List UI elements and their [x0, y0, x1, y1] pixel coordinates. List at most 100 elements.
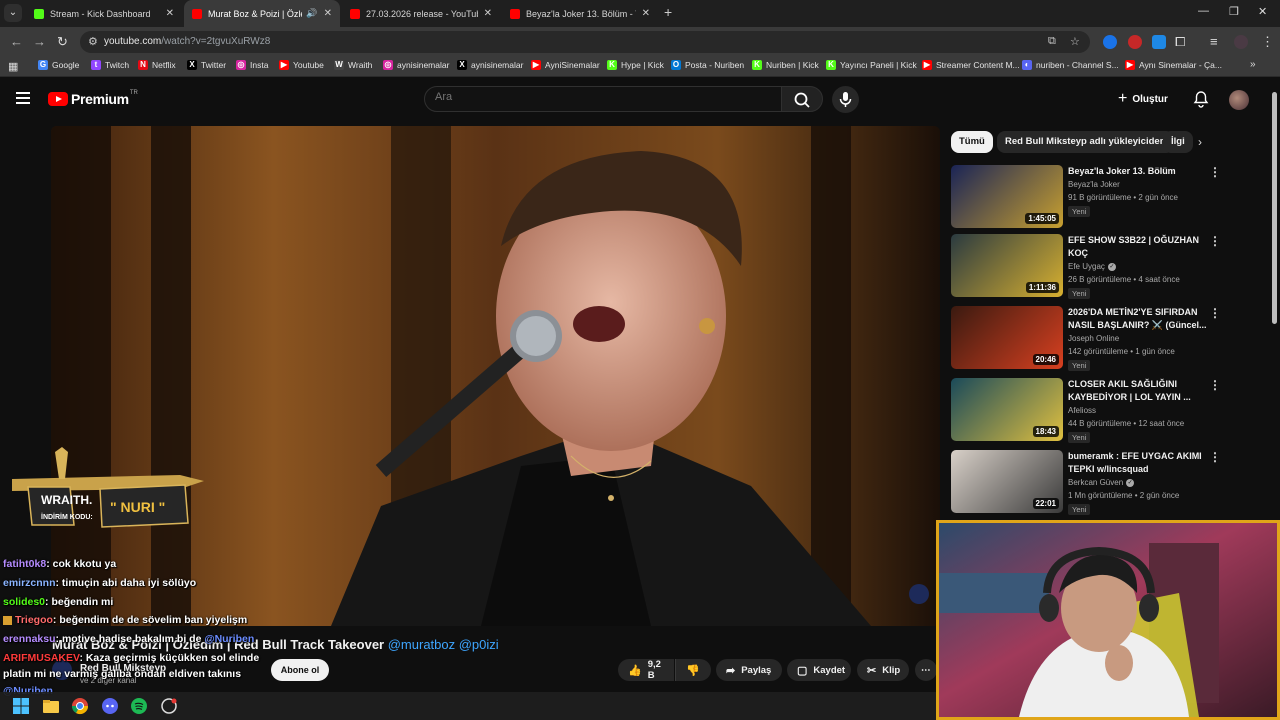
recommended-channel[interactable]: Afelioss	[1068, 406, 1096, 415]
more-vert-icon[interactable]: ⋮	[1209, 378, 1221, 392]
more-menu-icon[interactable]: ⋮	[1261, 34, 1274, 50]
recommended-video[interactable]: 1:45:05 Beyaz'la Joker 13. Bölüm Beyaz'la …	[951, 165, 1221, 229]
clip-button[interactable]: ✂ Klip	[857, 659, 909, 681]
close-window-icon[interactable]: ✕	[1258, 5, 1267, 18]
chip-related[interactable]: İlgi	[1163, 131, 1193, 153]
video-thumbnail[interactable]: 22:01	[951, 450, 1063, 513]
recommended-video[interactable]: 20:46 2026'DA METİN2'YE SIFIRDAN NASIL BA…	[951, 306, 1221, 371]
recommended-video[interactable]: 1:11:36 EFE SHOW S3B22 | OĞUZHAN KOÇ Efe U…	[951, 234, 1221, 299]
notifications-button[interactable]	[1192, 90, 1210, 113]
chip-uploader[interactable]: Red Bull Miksteyp adlı yükleyiciden	[997, 131, 1174, 153]
close-icon[interactable]: ✕	[324, 8, 332, 19]
share-button[interactable]: ➦ Paylaş	[716, 659, 782, 681]
url-text[interactable]: youtube.com/watch?v=2tgvuXuRWz8	[104, 36, 270, 47]
bookmark-item[interactable]: N Netflix	[138, 60, 176, 70]
recommended-video-title[interactable]: bumeramk : EFE UYGAC AKIMI TEPKI w/lincs…	[1068, 450, 1208, 476]
chat-username[interactable]: erennaksu	[3, 633, 56, 645]
profile-icon[interactable]	[1234, 35, 1248, 49]
recommended-channel[interactable]: Joseph Online	[1068, 334, 1119, 343]
speaker-icon[interactable]: 🔊	[306, 8, 317, 19]
page-scrollbar[interactable]	[1272, 92, 1277, 324]
bookmark-item[interactable]: K Hype | Kick	[607, 60, 664, 70]
chat-username[interactable]: Triegoo	[15, 614, 53, 626]
recommended-video-title[interactable]: EFE SHOW S3B22 | OĞUZHAN KOÇ	[1068, 234, 1208, 260]
like-button[interactable]: 👍 9,2 B	[618, 659, 674, 681]
install-app-icon[interactable]: ⧉	[1048, 35, 1056, 48]
bookmark-item[interactable]: ◎ aynisinemalar	[383, 60, 449, 70]
chat-username[interactable]: solides0	[3, 596, 45, 608]
windows-start-icon[interactable]	[12, 697, 30, 715]
close-icon[interactable]: ✕	[484, 8, 492, 19]
reload-icon[interactable]: ↻	[57, 34, 68, 50]
bookmark-item[interactable]: ▶ Youtube	[279, 60, 324, 70]
chat-username[interactable]: fatiht0k8	[3, 558, 46, 570]
close-icon[interactable]: ✕	[642, 8, 650, 19]
create-button[interactable]: + Oluştur	[1118, 90, 1168, 108]
chat-username[interactable]: ARIFMUSAKEV	[3, 652, 79, 664]
recommended-video-title[interactable]: CLOSER AKIL SAĞLIĞINI KAYBEDİYOR | LOL Y…	[1068, 378, 1208, 404]
bookmark-item[interactable]: ◎ Insta	[236, 60, 268, 70]
bookmark-item[interactable]: t Twitch	[91, 60, 129, 70]
subscribe-button[interactable]: Abone ol	[271, 659, 329, 681]
recommended-video[interactable]: 18:43 CLOSER AKIL SAĞLIĞINI KAYBEDİYOR | …	[951, 378, 1221, 443]
dislike-button[interactable]: 👎	[675, 659, 711, 681]
extension-icon[interactable]	[1103, 35, 1117, 49]
close-icon[interactable]: ✕	[166, 8, 174, 19]
more-vert-icon[interactable]: ⋮	[1209, 306, 1221, 320]
chrome-icon[interactable]	[71, 697, 89, 715]
app-icon[interactable]	[160, 697, 178, 715]
bookmark-item[interactable]: K Nuriben | Kick	[752, 60, 819, 70]
recommended-video-title[interactable]: 2026'DA METİN2'YE SIFIRDAN NASIL BAŞLANI…	[1068, 306, 1208, 332]
bookmark-item[interactable]: Xaynisinemalar	[457, 60, 523, 70]
spotify-icon[interactable]	[130, 697, 148, 715]
chat-mention[interactable]: @Nuriben	[204, 633, 254, 645]
video-thumbnail[interactable]: 1:11:36	[951, 234, 1063, 297]
recommended-video[interactable]: 22:01 bumeramk : EFE UYGAC AKIMI TEPKI w/…	[951, 450, 1221, 515]
chip-all[interactable]: Tümü	[951, 131, 993, 153]
more-vert-icon[interactable]: ⋮	[1209, 165, 1221, 179]
video-thumbnail[interactable]: 1:45:05	[951, 165, 1063, 228]
search-box[interactable]	[424, 86, 782, 112]
bookmark-item[interactable]: ▶ Aynı Sinemalar - Ça...	[1125, 60, 1222, 70]
new-tab-button[interactable]: +	[664, 4, 672, 20]
save-button[interactable]: ▢ Kaydet	[787, 659, 851, 681]
site-info-icon[interactable]: ⚙	[88, 35, 98, 48]
bookmarks-overflow-icon[interactable]: »	[1250, 59, 1256, 70]
youtube-logo[interactable]: Premium TR	[48, 90, 138, 107]
account-avatar[interactable]	[1229, 90, 1249, 110]
more-vert-icon[interactable]: ⋮	[1209, 234, 1221, 248]
extensions-puzzle-icon[interactable]: ⧠	[1175, 34, 1185, 50]
tab-murat-boz[interactable]: Murat Boz & Poizi | Özledim 🔊 ✕	[184, 0, 340, 27]
tab-search-button[interactable]: ⌄	[4, 4, 22, 22]
extension-icon[interactable]	[1128, 35, 1142, 49]
chat-username[interactable]: emirzcnnn	[3, 577, 56, 589]
bookmark-item[interactable]: ◐ nuriben - Channel S...	[1022, 60, 1119, 70]
bookmark-item[interactable]: W Wraith	[334, 60, 372, 70]
video-player[interactable]	[51, 126, 940, 626]
recommended-channel[interactable]: Berkcan Güven ✓	[1068, 478, 1135, 487]
maximize-icon[interactable]: ❐	[1229, 5, 1239, 18]
bookmark-star-icon[interactable]: ☆	[1070, 35, 1080, 48]
address-bar[interactable]: ⚙ youtube.com/watch?v=2tgvuXuRWz8 ⧉ ☆	[80, 31, 1090, 53]
chevron-right-icon[interactable]: ›	[1198, 135, 1202, 149]
tab-kick-dashboard[interactable]: Stream - Kick Dashboard ✕	[26, 0, 182, 27]
bookmark-item[interactable]: G Google	[38, 60, 79, 70]
shield-icon[interactable]	[1152, 35, 1166, 49]
more-actions-button[interactable]: ⋯	[915, 659, 937, 681]
bookmark-item[interactable]: X Twitter	[187, 60, 226, 70]
recommended-channel[interactable]: Efe Uygaç ✓	[1068, 262, 1116, 271]
video-thumbnail[interactable]: 20:46	[951, 306, 1063, 369]
minimize-icon[interactable]: —	[1198, 5, 1209, 17]
back-icon[interactable]: ←	[10, 34, 23, 49]
video-thumbnail[interactable]: 18:43	[951, 378, 1063, 441]
bookmark-item[interactable]: O Posta - Nuriben	[671, 60, 744, 70]
bookmark-item[interactable]: ▶ AyniSinemalar	[531, 60, 600, 70]
search-button[interactable]	[781, 86, 823, 112]
discord-icon[interactable]	[101, 697, 119, 715]
apps-icon[interactable]: ▦	[8, 60, 18, 73]
media-controls-icon[interactable]: ≡	[1210, 34, 1218, 49]
forward-icon[interactable]: →	[33, 34, 46, 49]
search-input[interactable]	[435, 91, 765, 103]
recommended-video-title[interactable]: Beyaz'la Joker 13. Bölüm	[1068, 165, 1208, 178]
recommended-channel[interactable]: Beyaz'la Joker	[1068, 180, 1120, 189]
